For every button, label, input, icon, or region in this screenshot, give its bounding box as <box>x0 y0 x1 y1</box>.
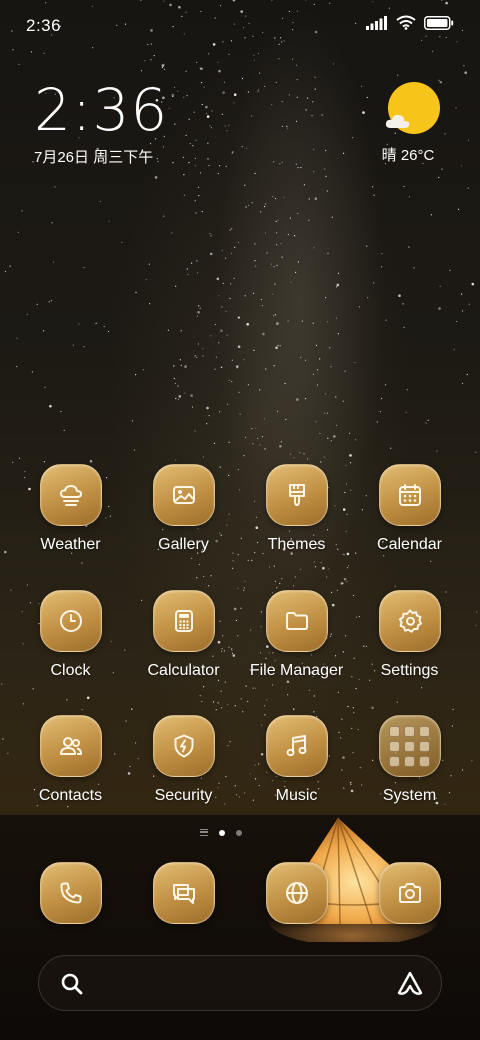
app-label: Calculator <box>147 662 220 679</box>
dock-messages[interactable] <box>153 862 215 924</box>
app-folder-icon <box>389 725 430 767</box>
music-note-icon <box>286 735 306 757</box>
themes-icon <box>288 484 305 507</box>
app-calculator[interactable]: Calculator <box>127 590 240 680</box>
widget-time: 2:36 <box>34 76 169 144</box>
app-file-manager[interactable]: File Manager <box>240 590 353 680</box>
calendar-icon <box>398 484 421 506</box>
app-clock[interactable]: Clock <box>14 590 127 680</box>
app-gallery[interactable]: Gallery <box>127 464 240 554</box>
page-dot-current[interactable] <box>219 829 225 836</box>
calculator-icon <box>174 610 193 632</box>
battery-icon <box>424 15 454 30</box>
app-security[interactable]: Security <box>127 715 240 805</box>
app-label: File Manager <box>249 662 344 679</box>
app-label: Security <box>154 787 213 804</box>
status-time: 2:36 <box>26 16 62 35</box>
browser-globe-icon <box>286 882 308 904</box>
folder-icon <box>285 612 308 630</box>
app-label: Weather <box>40 536 101 553</box>
signal-icon <box>366 15 387 30</box>
phone-icon <box>60 882 82 904</box>
contacts-icon <box>59 737 82 755</box>
camera-icon <box>399 883 421 903</box>
app-label: System <box>382 787 437 804</box>
shield-icon <box>174 734 193 758</box>
app-label: Themes <box>267 536 326 553</box>
weather-widget[interactable]: 晴 26°C <box>382 82 444 165</box>
app-contacts[interactable]: Contacts <box>14 715 127 805</box>
weather-text: 晴 26°C <box>381 147 435 164</box>
app-label: Gallery <box>158 536 209 553</box>
widget-date: 7月26日 周三下午 <box>34 149 154 166</box>
assistant-icon[interactable] <box>395 969 425 999</box>
app-weather[interactable]: Weather <box>14 464 127 554</box>
gallery-icon <box>172 486 195 504</box>
sun-cloud-icon <box>385 82 440 134</box>
gear-icon <box>398 609 422 633</box>
app-system-folder[interactable]: System <box>353 715 466 805</box>
search-bar[interactable] <box>38 955 442 1011</box>
messages-icon <box>173 884 195 904</box>
weather-icon <box>59 485 82 506</box>
dock <box>14 862 466 924</box>
clock-widget[interactable]: 2:36 7月26日 周三下午 <box>34 78 168 167</box>
page-dot[interactable] <box>236 829 242 836</box>
app-label: Clock <box>50 662 91 679</box>
search-icon[interactable] <box>59 971 85 997</box>
dock-camera[interactable] <box>379 862 441 924</box>
dock-phone[interactable] <box>40 862 102 924</box>
clock-icon <box>59 610 82 632</box>
dock-browser[interactable] <box>266 862 328 924</box>
app-label: Settings <box>380 662 439 679</box>
status-bar: 2:36 <box>0 0 480 50</box>
app-label: Music <box>275 787 318 804</box>
page-indicator[interactable] <box>200 829 242 836</box>
app-calendar[interactable]: Calendar <box>353 464 466 554</box>
app-label: Contacts <box>38 787 103 804</box>
wifi-icon <box>396 15 416 30</box>
app-label: Calendar <box>377 536 442 553</box>
app-music[interactable]: Music <box>240 715 353 805</box>
app-drawer-indicator[interactable] <box>200 829 208 836</box>
app-settings[interactable]: Settings <box>353 590 466 680</box>
app-themes[interactable]: Themes <box>240 464 353 554</box>
